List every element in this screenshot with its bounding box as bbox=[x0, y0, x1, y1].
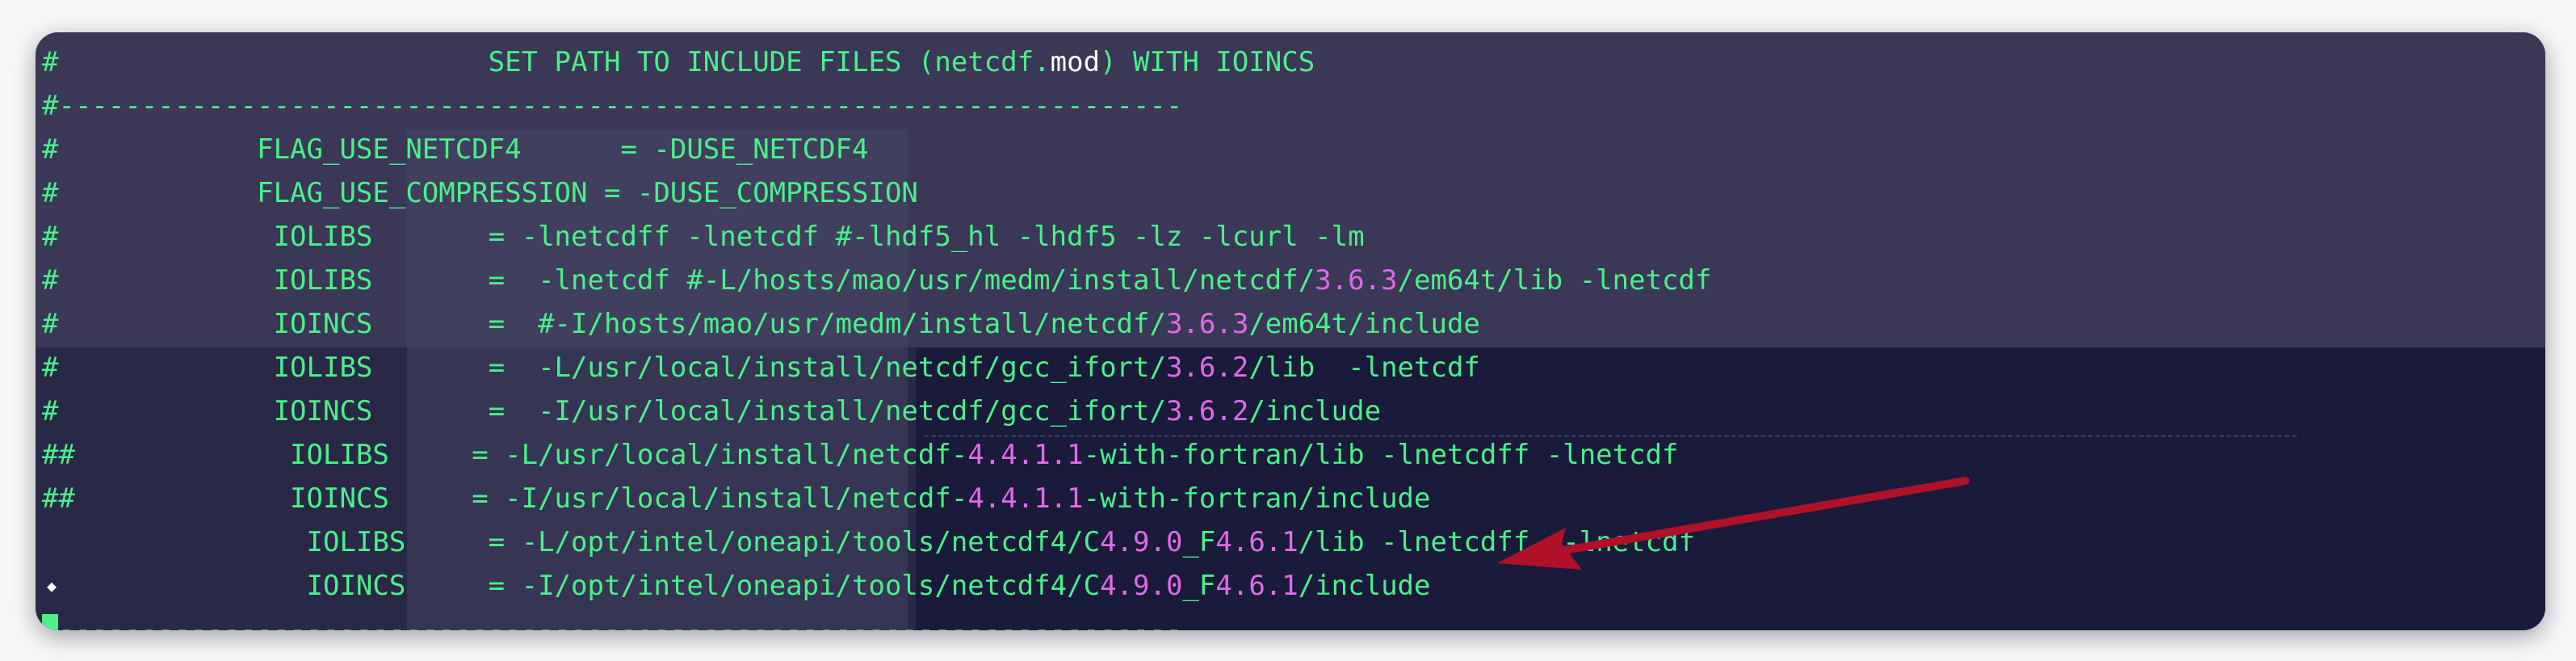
line-pre: IOLIBS = -L/opt/intel/oneapi/tools/netcd… bbox=[42, 526, 1101, 558]
line-num: 4.4.1.1 bbox=[967, 482, 1084, 515]
terminal-line: # FLAG_USE_NETCDF4 = -DUSE_NETCDF4 bbox=[42, 128, 2545, 171]
line-num2: 4.6.1 bbox=[1215, 526, 1298, 558]
line-post: -with-fortran/include bbox=[1083, 482, 1431, 515]
terminal-line: # IOLIBS = -L/usr/local/install/netcdf/g… bbox=[42, 346, 2545, 389]
line-post: /em64t/include bbox=[1248, 308, 1480, 340]
line-pre: # IOINCS = #-I/hosts/mao/usr/medm/instal… bbox=[42, 308, 1166, 340]
line-text: # IOLIBS = -lnetcdff -lnetcdf #-lhdf5_hl… bbox=[42, 221, 1365, 253]
line-mid2: _F bbox=[1182, 570, 1216, 602]
line-mid2: _F bbox=[1182, 526, 1216, 558]
line-pre: ## IOLIBS = -L/usr/local/install/netcdf- bbox=[42, 439, 968, 471]
line-num: 4.9.0 bbox=[1100, 526, 1183, 558]
terminal-text-area[interactable]: # SET PATH TO INCLUDE FILES (netcdf.mod)… bbox=[36, 32, 2545, 630]
red-arrow-icon bbox=[1497, 477, 1970, 570]
line-text: ----------------------------------------… bbox=[58, 613, 1182, 630]
line-num: 3.6.3 bbox=[1165, 308, 1249, 340]
line-num2: 4.6.1 bbox=[1215, 570, 1298, 602]
line-post: /include bbox=[1248, 395, 1382, 427]
line-pre: IOINCS = -I/opt/intel/oneapi/tools/netcd… bbox=[42, 570, 1101, 602]
screenshot-page: # SET PATH TO INCLUDE FILES (netcdf.mod)… bbox=[0, 0, 2576, 661]
line-pre: # SET PATH TO INCLUDE FILES (netcdf. bbox=[42, 46, 1051, 78]
terminal-window: # SET PATH TO INCLUDE FILES (netcdf.mod)… bbox=[36, 32, 2545, 630]
line-pre: # IOLIBS = -L/usr/local/install/netcdf/g… bbox=[42, 352, 1166, 384]
line-pre: # IOINCS = -I/usr/local/install/netcdf/g… bbox=[42, 395, 1166, 427]
line-post: -with-fortran/lib -lnetcdff -lnetcdf bbox=[1083, 439, 1679, 471]
line-post: ) WITH IOINCS bbox=[1100, 46, 1315, 78]
line-post: /lib -lnetcdf bbox=[1248, 352, 1480, 384]
terminal-line: #---------------------------------------… bbox=[42, 84, 2545, 128]
terminal-line: ## IOINCS = -I/usr/local/install/netcdf-… bbox=[42, 477, 2545, 520]
line-text: # FLAG_USE_COMPRESSION = -DUSE_COMPRESSI… bbox=[42, 177, 918, 209]
terminal-line: # FLAG_USE_COMPRESSION = -DUSE_COMPRESSI… bbox=[42, 171, 2545, 215]
line-num: 3.6.3 bbox=[1315, 264, 1398, 297]
line-pre: # IOLIBS = -lnetcdf #-L/hosts/mao/usr/me… bbox=[42, 264, 1315, 297]
line-post: /include bbox=[1298, 570, 1431, 602]
line-pre: ## IOINCS = -I/usr/local/install/netcdf- bbox=[42, 482, 968, 515]
line-text: # FLAG_USE_NETCDF4 = -DUSE_NETCDF4 bbox=[42, 133, 869, 166]
terminal-line: IOLIBS = -L/opt/intel/oneapi/tools/netcd… bbox=[42, 520, 2545, 564]
line-num: 4.9.0 bbox=[1100, 570, 1183, 602]
terminal-line: ----------------------------------------… bbox=[42, 608, 2545, 630]
line-text: #---------------------------------------… bbox=[42, 90, 1183, 122]
line-mid: mod bbox=[1050, 46, 1101, 78]
terminal-line: ## IOLIBS = -L/usr/local/install/netcdf-… bbox=[42, 433, 2545, 477]
line-post: /em64t/lib -lnetcdf bbox=[1397, 264, 1712, 297]
terminal-line: IOINCS = -I/opt/intel/oneapi/tools/netcd… bbox=[42, 564, 2545, 608]
cursor[interactable] bbox=[42, 614, 58, 630]
bullet-icon: ◆ bbox=[47, 576, 57, 596]
line-num: 4.4.1.1 bbox=[967, 439, 1084, 471]
terminal-line: # SET PATH TO INCLUDE FILES (netcdf.mod)… bbox=[42, 40, 2545, 84]
line-num: 3.6.2 bbox=[1165, 395, 1249, 427]
terminal-line: # IOINCS = -I/usr/local/install/netcdf/g… bbox=[42, 389, 2545, 433]
terminal-line: # IOLIBS = -lnetcdff -lnetcdf #-lhdf5_hl… bbox=[42, 215, 2545, 259]
terminal-line: # IOLIBS = -lnetcdf #-L/hosts/mao/usr/me… bbox=[42, 259, 2545, 302]
terminal-line: # IOINCS = #-I/hosts/mao/usr/medm/instal… bbox=[42, 302, 2545, 346]
line-num: 3.6.2 bbox=[1165, 352, 1249, 384]
